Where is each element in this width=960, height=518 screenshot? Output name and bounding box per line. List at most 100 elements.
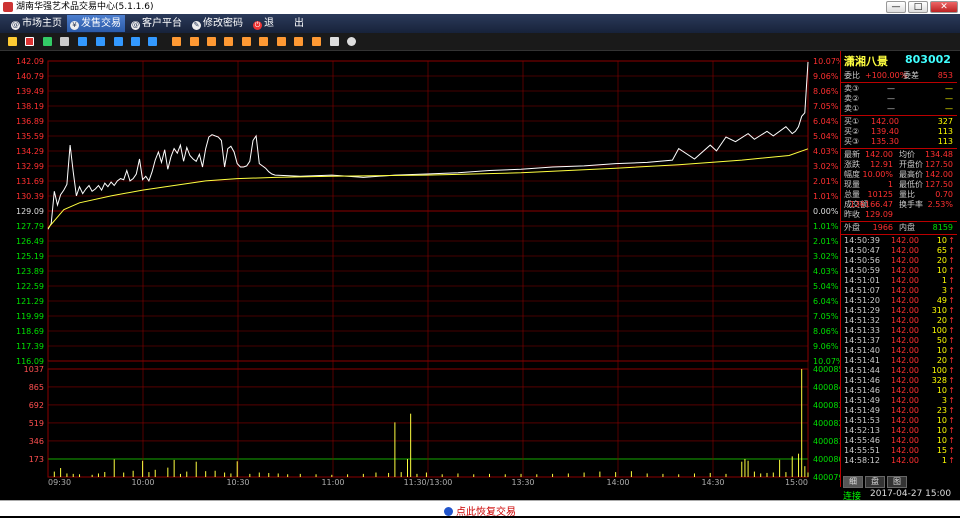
tick-time: 14:51:29 [844,306,880,315]
price-tick-label: 131.69 [16,177,44,186]
tick-time: 14:51:46 [844,386,880,395]
tick-price: 142.00 [891,416,919,425]
up-arrow-icon: ↑ [948,316,955,325]
ask-label: 卖① [844,104,860,113]
stat-label-2: 量比 [899,190,915,199]
tick-vol: 1 [941,456,947,465]
bid-vol: 327 [937,117,953,126]
tool-icon-1[interactable] [78,37,87,46]
bid-label: 买③ [844,137,860,146]
bid-label: 买② [844,127,860,136]
tick-vol: 10 [936,436,947,445]
tick-price: 142.00 [891,446,919,455]
stat-value: 129.09 [865,210,893,219]
tick-price: 142.00 [891,276,919,285]
menu-issue-trade[interactable]: ¥ 发售交易 [67,15,125,32]
line-chart-icon[interactable] [25,37,34,46]
stat-label-2: 开盘价 [899,160,923,169]
tick-time: 14:51:41 [844,356,880,365]
bid-row: 买① 142.00 327 [841,117,957,127]
time-tick-label: 09:30 [48,478,71,487]
tool-icon-12[interactable] [277,37,286,46]
time-tick-label: 10:30 [226,478,249,487]
close-button[interactable]: ✕ [930,1,958,13]
webi-label: 委比 [844,71,860,80]
bid-row: 买③ 135.30 113 [841,137,957,147]
kline-icon[interactable] [43,37,52,46]
up-arrow-icon: ↑ [948,346,955,355]
tick-price: 142.00 [891,336,919,345]
ask-vol: — [945,84,953,93]
gear-icon[interactable] [347,37,356,46]
tick-price: 142.00 [891,306,919,315]
bid-vol: 113 [937,137,953,146]
tick-time: 14:51:44 [844,366,880,375]
menu-change-password[interactable]: ✎ 修改密码 [189,15,249,32]
price-tick-label: 140.79 [16,72,44,81]
tool-icon-8[interactable] [207,37,216,46]
tick-time: 14:51:49 [844,406,880,415]
menu-client-platform[interactable]: @ 客户平台 [128,15,186,32]
tick-vol: 10 [936,416,947,425]
tick-time: 14:50:39 [844,236,880,245]
tick-vol: 20 [936,256,947,265]
pct-tick-label: 3.02% [813,252,839,261]
up-arrow-icon: ↑ [948,426,955,435]
tick-row: 14:51:41 142.00 20 ↑ [841,356,957,366]
tab-chart-btn[interactable]: 图 [887,476,907,488]
stat-value: 1 [887,180,893,189]
tick-price: 142.00 [891,346,919,355]
tick-vol: 50 [936,336,947,345]
pct-tick-label: 4.03% [813,267,839,276]
time-tick-label: 10:00 [131,478,154,487]
tool-icon-7[interactable] [190,37,199,46]
maximize-button[interactable]: □ [908,1,928,13]
table-icon[interactable] [60,37,69,46]
up-arrow-icon: ↑ [948,306,955,315]
tool-icon-3[interactable] [114,37,123,46]
tab-depth-btn[interactable]: 盘 [865,476,885,488]
window-titlebar: 湖南华强艺术品交易中心(5.1.1.6) — □ ✕ [0,0,960,14]
tick-time: 14:55:46 [844,436,880,445]
bid-row: 买② 139.40 113 [841,127,957,137]
tick-row: 14:51:49 142.00 3 ↑ [841,396,957,406]
volume-right-tick-label: 400085 [813,365,840,374]
up-arrow-icon: ↑ [948,366,955,375]
tick-vol: 10 [936,236,947,245]
tool-icon-10[interactable] [242,37,251,46]
tool-icon-6[interactable] [172,37,181,46]
minimize-button[interactable]: — [886,1,906,13]
bar-chart-icon[interactable] [8,37,17,46]
up-arrow-icon: ↑ [948,326,955,335]
tool-icon-11[interactable] [259,37,268,46]
up-arrow-icon: ↑ [948,446,955,455]
tick-vol: 65 [936,246,947,255]
price-tick-label: 121.29 [16,297,44,306]
volume-right-tick-label: 400079 [813,473,840,482]
up-arrow-icon: ↑ [948,296,955,305]
price-tick-label: 134.29 [16,147,44,156]
yen-icon: ¥ [70,21,79,30]
tab-detail-btn[interactable]: 细 [843,476,863,488]
tool-icon-9[interactable] [224,37,233,46]
menu-exit[interactable]: ⏻ 退 出 [250,15,310,32]
menu-market-home[interactable]: @ 市场主页 [8,15,66,32]
tool-icon-2[interactable] [96,37,105,46]
tick-price: 142.00 [891,286,919,295]
tool-icon-4[interactable] [131,37,140,46]
stock-code: 803002 [905,53,951,66]
up-arrow-icon: ↑ [948,256,955,265]
pen-icon[interactable] [330,37,339,46]
separator [841,82,957,83]
tick-vol: 100 [931,366,947,375]
tick-time: 14:51:20 [844,296,880,305]
tick-price: 142.00 [891,386,919,395]
tool-icon-14[interactable] [312,37,321,46]
tool-icon-5[interactable] [148,37,157,46]
restore-trade-bar[interactable]: 点此恢复交易 [0,500,960,518]
tick-price: 142.00 [891,396,919,405]
price-tick-label: 132.99 [16,162,44,171]
tick-row: 14:51:01 142.00 1 ↑ [841,276,957,286]
tick-time: 14:51:46 [844,376,880,385]
tool-icon-13[interactable] [294,37,303,46]
